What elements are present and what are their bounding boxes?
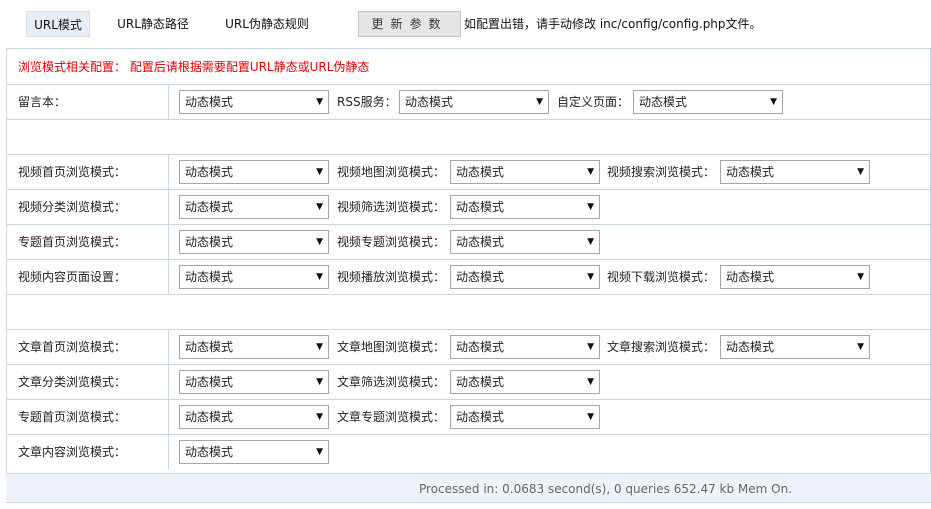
chevron-down-icon: ▼ <box>316 412 323 422</box>
update-params-button[interactable]: 更新参数 <box>358 11 461 37</box>
art-topic-index-select[interactable]: 动态模式 ▼ <box>179 405 329 429</box>
art-topic-select[interactable]: 动态模式 ▼ <box>450 405 600 429</box>
settings-row: 视频内容页面设置： 动态模式 ▼ 视频播放浏览模式： 动态模式 ▼ 视频下载浏览模式… <box>7 260 930 295</box>
vod-detail-label: 视频内容页面设置： <box>18 270 127 284</box>
chevron-down-icon: ▼ <box>857 272 864 282</box>
chevron-down-icon: ▼ <box>316 447 323 457</box>
settings-row: 文章分类浏览模式： 动态模式 ▼ 文章筛选浏览模式： 动态模式 ▼ <box>7 365 930 400</box>
settings-row: 专题首页浏览模式： 动态模式 ▼ 视频专题浏览模式： 动态模式 ▼ <box>7 225 930 260</box>
vod-detail-select[interactable]: 动态模式 ▼ <box>179 265 329 289</box>
vod-map-select[interactable]: 动态模式 ▼ <box>450 160 600 184</box>
section-spacer <box>7 120 930 155</box>
vod-down-label: 视频下载浏览模式： <box>607 270 716 284</box>
chevron-down-icon: ▼ <box>587 377 594 387</box>
vod-topic-select[interactable]: 动态模式 ▼ <box>450 230 600 254</box>
section-spacer <box>7 295 930 330</box>
rss-select[interactable]: 动态模式 ▼ <box>399 90 549 114</box>
vod-play-select[interactable]: 动态模式 ▼ <box>450 265 600 289</box>
custom-page-label: 自定义页面： <box>557 95 630 109</box>
art-search-select[interactable]: 动态模式 ▼ <box>720 335 870 359</box>
custom-page-select[interactable]: 动态模式 ▼ <box>633 90 783 114</box>
art-map-label: 文章地图浏览模式： <box>337 340 446 354</box>
chevron-down-icon: ▼ <box>316 272 323 282</box>
chevron-down-icon: ▼ <box>587 272 594 282</box>
chevron-down-icon: ▼ <box>587 167 594 177</box>
tab-url-mode[interactable]: URL模式 <box>26 11 90 37</box>
vod-map-label: 视频地图浏览模式： <box>337 165 446 179</box>
chevron-down-icon: ▼ <box>857 342 864 352</box>
chevron-down-icon: ▼ <box>316 167 323 177</box>
vod-type-select[interactable]: 动态模式 ▼ <box>179 195 329 219</box>
top-toolbar: URL模式 URL静态路径 URL伪静态规则 更新参数 如配置出错，请手动修改 … <box>0 0 931 46</box>
processing-stats: Processed in: 0.0683 second(s), 0 querie… <box>419 482 793 496</box>
panel-notice: 浏览模式相关配置： 配置后请根据需要配置URL静态或URL伪静态 <box>7 49 930 85</box>
art-search-label: 文章搜索浏览模式： <box>607 340 716 354</box>
chevron-down-icon: ▼ <box>587 237 594 247</box>
settings-row: 视频分类浏览模式： 动态模式 ▼ 视频筛选浏览模式： 动态模式 ▼ <box>7 190 930 225</box>
chevron-down-icon: ▼ <box>587 412 594 422</box>
vod-type-label: 视频分类浏览模式： <box>18 200 127 214</box>
vod-play-label: 视频播放浏览模式： <box>337 270 446 284</box>
art-filter-label: 文章筛选浏览模式： <box>337 375 446 389</box>
settings-row: 文章首页浏览模式： 动态模式 ▼ 文章地图浏览模式： 动态模式 ▼ 文章搜索浏览模式… <box>7 330 930 365</box>
chevron-down-icon: ▼ <box>587 342 594 352</box>
vod-down-select[interactable]: 动态模式 ▼ <box>720 265 870 289</box>
chevron-down-icon: ▼ <box>316 237 323 247</box>
art-map-select[interactable]: 动态模式 ▼ <box>450 335 600 359</box>
guestbook-select[interactable]: 动态模式 ▼ <box>179 90 329 114</box>
art-topic-label: 文章专题浏览模式： <box>337 410 446 424</box>
chevron-down-icon: ▼ <box>770 97 777 107</box>
tab-url-static-path[interactable]: URL静态路径 <box>110 11 196 37</box>
status-footer: Processed in: 0.0683 second(s), 0 querie… <box>6 473 931 503</box>
settings-row: 专题首页浏览模式： 动态模式 ▼ 文章专题浏览模式： 动态模式 ▼ <box>7 400 930 435</box>
art-type-label: 文章分类浏览模式： <box>18 375 127 389</box>
vod-topic-label: 视频专题浏览模式： <box>337 235 446 249</box>
vod-filter-select[interactable]: 动态模式 ▼ <box>450 195 600 219</box>
chevron-down-icon: ▼ <box>857 167 864 177</box>
art-detail-label: 文章内容浏览模式： <box>18 445 127 459</box>
vod-index-select[interactable]: 动态模式 ▼ <box>179 160 329 184</box>
rss-label: RSS服务： <box>337 95 397 109</box>
art-index-select[interactable]: 动态模式 ▼ <box>179 335 329 359</box>
settings-row: 文章内容浏览模式： 动态模式 ▼ <box>7 435 930 470</box>
chevron-down-icon: ▼ <box>316 97 323 107</box>
chevron-down-icon: ▼ <box>316 342 323 352</box>
vod-search-label: 视频搜索浏览模式： <box>607 165 716 179</box>
vod-topic-index-select[interactable]: 动态模式 ▼ <box>179 230 329 254</box>
art-filter-select[interactable]: 动态模式 ▼ <box>450 370 600 394</box>
vod-search-select[interactable]: 动态模式 ▼ <box>720 160 870 184</box>
chevron-down-icon: ▼ <box>316 202 323 212</box>
art-topic-index-label: 专题首页浏览模式： <box>18 410 127 424</box>
vod-index-label: 视频首页浏览模式： <box>18 165 127 179</box>
vod-topic-index-label: 专题首页浏览模式： <box>18 235 127 249</box>
art-detail-select[interactable]: 动态模式 ▼ <box>179 440 329 464</box>
art-index-label: 文章首页浏览模式： <box>18 340 127 354</box>
chevron-down-icon: ▼ <box>536 97 543 107</box>
chevron-down-icon: ▼ <box>316 377 323 387</box>
guestbook-label: 留言本： <box>18 95 67 109</box>
tab-url-rewrite-rules[interactable]: URL伪静态规则 <box>218 11 316 37</box>
art-type-select[interactable]: 动态模式 ▼ <box>179 370 329 394</box>
chevron-down-icon: ▼ <box>587 202 594 212</box>
vod-filter-label: 视频筛选浏览模式： <box>337 200 446 214</box>
browse-mode-panel: 浏览模式相关配置： 配置后请根据需要配置URL静态或URL伪静态 留言本： 动态… <box>6 48 931 473</box>
settings-row: 留言本： 动态模式 ▼ RSS服务： 动态模式 ▼ 自定义页面： 动态模式 ▼ <box>7 85 930 120</box>
settings-row: 视频首页浏览模式： 动态模式 ▼ 视频地图浏览模式： 动态模式 ▼ 视频搜索浏览模式… <box>7 155 930 190</box>
config-tip: 如配置出错，请手动修改 inc/config/config.php文件。 <box>464 17 762 31</box>
